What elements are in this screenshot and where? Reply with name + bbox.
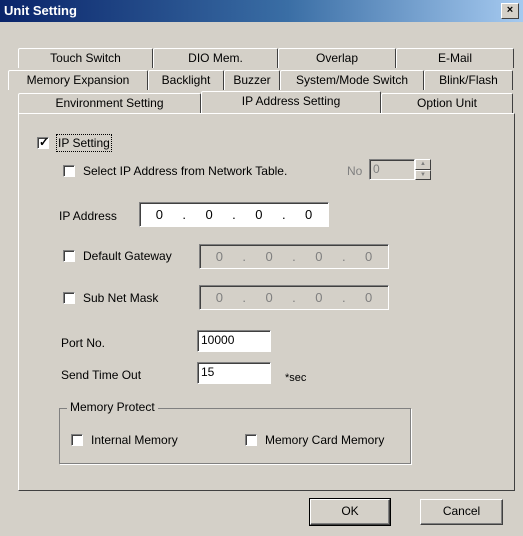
gateway-octet-1: 0	[215, 249, 223, 264]
table-no-field[interactable]: 0	[369, 159, 415, 180]
port-label: Port No.	[61, 336, 106, 350]
send-timeout-unit: *sec	[285, 372, 307, 384]
cancel-button[interactable]: Cancel	[420, 499, 503, 525]
tab-e-mail[interactable]: E-Mail	[396, 48, 514, 68]
default-gateway-field[interactable]: 0. 0. 0. 0	[199, 244, 389, 269]
internal-memory-label: Internal Memory	[91, 433, 178, 447]
gateway-octet-4: 0	[365, 249, 373, 264]
tab-option-unit[interactable]: Option Unit	[381, 93, 513, 113]
tab-environment-setting[interactable]: Environment Setting	[18, 93, 201, 113]
ip-address-label: IP Address	[59, 209, 117, 223]
tab-blink-flash[interactable]: Blink/Flash	[424, 70, 513, 90]
default-gateway-label: Default Gateway	[83, 249, 172, 263]
checkmark-icon: ✓	[39, 135, 50, 149]
memory-card-label: Memory Card Memory	[265, 433, 385, 447]
tab-memory-expansion[interactable]: Memory Expansion	[8, 70, 148, 90]
tab-touch-switch[interactable]: Touch Switch	[18, 48, 153, 68]
ip-octet-4[interactable]: 0	[305, 207, 312, 222]
subnet-mask-label: Sub Net Mask	[83, 291, 159, 305]
close-button[interactable]: ×	[501, 3, 519, 19]
ip-address-field[interactable]: 0. 0. 0. 0	[139, 202, 329, 227]
ip-octet-2[interactable]: 0	[205, 207, 212, 222]
port-input[interactable]: 10000	[197, 330, 271, 352]
subnet-mask-checkbox[interactable]	[63, 292, 75, 304]
tab-row-3: Environment Setting IP Address Setting O…	[18, 91, 513, 113]
ip-setting-checkbox[interactable]: ✓	[37, 135, 50, 149]
ip-setting-label: IP Setting	[56, 134, 112, 152]
ip-octet-1[interactable]: 0	[156, 207, 163, 222]
tab-system-mode-switch[interactable]: System/Mode Switch	[280, 70, 424, 90]
ok-button[interactable]: OK	[309, 498, 391, 526]
tab-row-1: Touch Switch DIO Mem. Overlap E-Mail	[18, 48, 514, 68]
spin-down-icon[interactable]: ▼	[415, 170, 431, 180]
default-gateway-checkbox[interactable]	[63, 250, 75, 262]
mask-octet-2: 0	[265, 290, 273, 305]
tab-backlight[interactable]: Backlight	[148, 70, 224, 90]
window-title-bar: Unit Setting ×	[0, 0, 523, 22]
table-no-label: No	[347, 164, 363, 178]
memory-card-checkbox[interactable]	[245, 434, 257, 446]
window-title: Unit Setting	[4, 3, 77, 18]
mask-octet-4: 0	[365, 290, 373, 305]
send-timeout-label: Send Time Out	[61, 368, 142, 382]
internal-memory-checkbox[interactable]	[71, 434, 83, 446]
select-from-table-label: Select IP Address from Network Table.	[83, 164, 288, 178]
mask-octet-3: 0	[315, 290, 323, 305]
tab-dio-mem[interactable]: DIO Mem.	[153, 48, 278, 68]
select-from-table-checkbox[interactable]	[63, 165, 75, 177]
close-icon: ×	[506, 4, 514, 16]
gateway-octet-3: 0	[315, 249, 323, 264]
gateway-octet-2: 0	[265, 249, 273, 264]
subnet-mask-field[interactable]: 0. 0. 0. 0	[199, 285, 389, 310]
mask-octet-1: 0	[215, 290, 223, 305]
tab-ip-address-setting[interactable]: IP Address Setting	[201, 91, 381, 113]
spin-up-icon[interactable]: ▲	[415, 159, 431, 170]
ip-octet-3[interactable]: 0	[255, 207, 262, 222]
tab-row-2: Memory Expansion Backlight Buzzer System…	[8, 70, 513, 90]
tab-overlap[interactable]: Overlap	[278, 48, 396, 68]
ip-address-setting-panel: ✓ IP Setting Select IP Address from Netw…	[18, 113, 515, 491]
memory-protect-title: Memory Protect	[67, 400, 158, 414]
tab-buzzer[interactable]: Buzzer	[224, 70, 280, 90]
send-timeout-input[interactable]: 15	[197, 362, 271, 384]
